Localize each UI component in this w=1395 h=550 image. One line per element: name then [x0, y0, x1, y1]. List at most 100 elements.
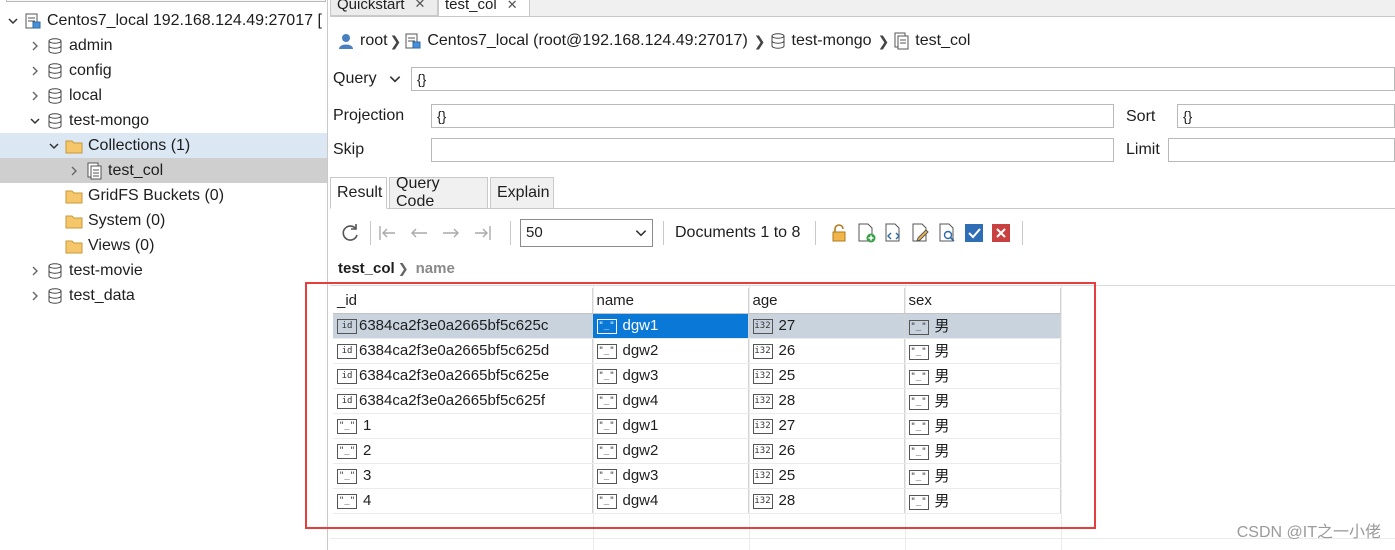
- cell-age[interactable]: i32 25: [748, 463, 905, 489]
- table-row[interactable]: "_" 4 "_" dgw4 i32 28 "_" 男: [333, 488, 1061, 514]
- close-icon[interactable]: ✕: [507, 0, 518, 13]
- table-row[interactable]: "_" 3 "_" dgw3 i32 25 "_" 男: [333, 463, 1061, 489]
- tree-item-admin[interactable]: admin: [0, 33, 327, 58]
- tree-item-views[interactable]: Views (0): [0, 233, 327, 258]
- cell-age[interactable]: i32 26: [748, 438, 905, 464]
- cell-name[interactable]: "_" dgw1: [592, 313, 749, 339]
- tree-item-system[interactable]: System (0): [0, 208, 327, 233]
- tree-item-connection[interactable]: Centos7_local 192.168.124.49:27017 [: [0, 8, 327, 33]
- next-page-icon[interactable]: [439, 221, 463, 245]
- cell-age[interactable]: i32 26: [748, 338, 905, 364]
- cell-name[interactable]: "_" dgw3: [592, 363, 749, 389]
- tree-item-test-data[interactable]: test_data: [0, 283, 327, 308]
- breadcrumb-user[interactable]: root: [360, 32, 388, 50]
- tree-item-test-movie[interactable]: test-movie: [0, 258, 327, 283]
- cell-name[interactable]: "_" dgw4: [592, 488, 749, 514]
- column-header-age[interactable]: age: [748, 288, 905, 314]
- chevron-down-icon[interactable]: [28, 114, 42, 128]
- edit-document-icon[interactable]: [908, 221, 932, 245]
- refresh-icon[interactable]: [338, 221, 362, 245]
- cell-sex[interactable]: "_" 男: [904, 338, 1061, 364]
- cell-id[interactable]: "_" 3: [333, 463, 593, 489]
- previous-page-icon[interactable]: [407, 221, 431, 245]
- tree-item-config[interactable]: config: [0, 58, 327, 83]
- cell-sex[interactable]: "_" 男: [904, 463, 1061, 489]
- cell-sex[interactable]: "_" 男: [904, 413, 1061, 439]
- last-page-icon[interactable]: [471, 221, 495, 245]
- query-label: Query: [333, 70, 377, 87]
- cell-name[interactable]: "_" dgw4: [592, 388, 749, 414]
- tree-item-gridfs[interactable]: GridFS Buckets (0): [0, 183, 327, 208]
- sort-input[interactable]: {}: [1177, 104, 1395, 128]
- tab-quickstart[interactable]: Quickstart ✕: [330, 0, 438, 16]
- cell-age[interactable]: i32 28: [748, 388, 905, 414]
- query-input[interactable]: {}: [411, 67, 1395, 91]
- find-document-icon[interactable]: [935, 221, 959, 245]
- cell-age[interactable]: i32 27: [748, 413, 905, 439]
- tree-item-test-mongo[interactable]: test-mongo: [0, 108, 327, 133]
- add-document-icon[interactable]: [854, 221, 878, 245]
- chevron-right-icon[interactable]: [67, 164, 81, 178]
- chevron-right-icon[interactable]: [28, 289, 42, 303]
- breadcrumb-collection[interactable]: test_col: [915, 32, 970, 50]
- projection-input[interactable]: {}: [431, 104, 1114, 128]
- objectid-type-icon: id: [337, 318, 357, 334]
- tab-explain[interactable]: Explain: [490, 177, 554, 209]
- cell-id[interactable]: id 6384ca2f3e0a2665bf5c625f: [333, 388, 593, 414]
- cell-id[interactable]: id 6384ca2f3e0a2665bf5c625d: [333, 338, 593, 364]
- table-row[interactable]: id 6384ca2f3e0a2665bf5c625f "_" dgw4 i32 28 "_…: [333, 388, 1061, 414]
- tree-item-local[interactable]: local: [0, 83, 327, 108]
- cell-age[interactable]: i32 27: [748, 313, 905, 339]
- lock-icon[interactable]: [827, 221, 851, 245]
- cell-sex[interactable]: "_" 男: [904, 388, 1061, 414]
- cell-sex[interactable]: "_" 男: [904, 363, 1061, 389]
- result-path-field[interactable]: name: [416, 260, 455, 277]
- cell-sex[interactable]: "_" 男: [904, 438, 1061, 464]
- result-path-collection[interactable]: test_col: [338, 260, 395, 277]
- cell-name[interactable]: "_" dgw1: [592, 413, 749, 439]
- chevron-down-icon[interactable]: [6, 14, 20, 28]
- skip-input[interactable]: [431, 138, 1114, 162]
- tab-result[interactable]: Result: [330, 177, 387, 209]
- tab-test-col[interactable]: test_col ✕: [438, 0, 530, 16]
- cell-id[interactable]: "_" 4: [333, 488, 593, 514]
- cell-sex[interactable]: "_" 男: [904, 313, 1061, 339]
- table-row[interactable]: id 6384ca2f3e0a2665bf5c625e "_" dgw3 i32 25 "_…: [333, 363, 1061, 389]
- cell-name[interactable]: "_" dgw3: [592, 463, 749, 489]
- cell-name[interactable]: "_" dgw2: [592, 438, 749, 464]
- view-document-icon[interactable]: [881, 221, 905, 245]
- table-row[interactable]: id 6384ca2f3e0a2665bf5c625d "_" dgw2 i32 26 "_…: [333, 338, 1061, 364]
- breadcrumb-database[interactable]: test-mongo: [792, 32, 872, 50]
- tree-search-box[interactable]: [6, 0, 326, 2]
- table-row[interactable]: "_" 1 "_" dgw1 i32 27 "_" 男: [333, 413, 1061, 439]
- cell-name[interactable]: "_" dgw2: [592, 338, 749, 364]
- limit-input[interactable]: [1168, 138, 1395, 162]
- cell-id[interactable]: "_" 1: [333, 413, 593, 439]
- table-row[interactable]: "_" 2 "_" dgw2 i32 26 "_" 男: [333, 438, 1061, 464]
- cell-sex[interactable]: "_" 男: [904, 488, 1061, 514]
- chevron-right-icon[interactable]: [28, 39, 42, 53]
- cell-id[interactable]: id 6384ca2f3e0a2665bf5c625c: [333, 313, 593, 339]
- tab-query-code[interactable]: Query Code: [389, 175, 488, 210]
- cell-id[interactable]: id 6384ca2f3e0a2665bf5c625e: [333, 363, 593, 389]
- cell-age[interactable]: i32 28: [748, 488, 905, 514]
- tree-item-collections[interactable]: Collections (1): [0, 133, 327, 158]
- column-header-sex[interactable]: sex: [904, 288, 1061, 314]
- chevron-right-icon[interactable]: [28, 89, 42, 103]
- column-header-id[interactable]: _id: [333, 288, 593, 314]
- chevron-down-icon[interactable]: [47, 139, 61, 153]
- close-icon[interactable]: ✕: [415, 0, 426, 12]
- cell-id[interactable]: "_" 2: [333, 438, 593, 464]
- validate-icon[interactable]: [962, 221, 986, 245]
- chevron-right-icon[interactable]: [28, 264, 42, 278]
- column-header-name[interactable]: name: [592, 288, 749, 314]
- first-page-icon[interactable]: [375, 221, 399, 245]
- page-size-select[interactable]: 50: [520, 219, 653, 247]
- tree-item-test-col[interactable]: test_col: [0, 158, 327, 183]
- chevron-down-icon[interactable]: [388, 72, 402, 86]
- breadcrumb-connection[interactable]: Centos7_local (root@192.168.124.49:27017…: [427, 32, 747, 50]
- cell-age[interactable]: i32 25: [748, 363, 905, 389]
- delete-icon[interactable]: [989, 221, 1013, 245]
- table-row[interactable]: id 6384ca2f3e0a2665bf5c625c "_" dgw1 i32 27 "_…: [333, 313, 1061, 339]
- chevron-right-icon[interactable]: [28, 64, 42, 78]
